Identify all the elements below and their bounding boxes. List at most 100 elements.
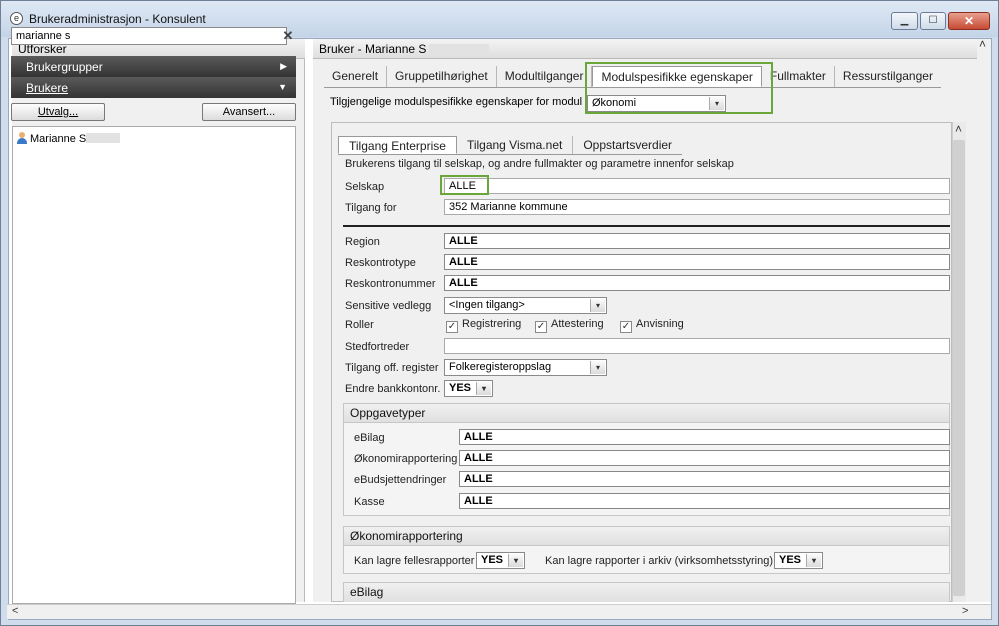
tab-modulspesifikke-egenskaper[interactable]: Modulspesifikke egenskaper bbox=[592, 66, 762, 87]
sub-tabs: Tilgang Enterprise Tilgang Visma.net Opp… bbox=[338, 136, 683, 155]
oppgave-label: eBilag bbox=[354, 432, 385, 444]
window-title: Brukeradministrasjon - Konsulent bbox=[29, 12, 206, 26]
scrollbar-thumb[interactable] bbox=[953, 140, 965, 596]
okonomirapportering-field[interactable]: ALLE bbox=[459, 450, 950, 466]
user-title: Bruker - Marianne S bbox=[319, 42, 427, 56]
fellesrapporter-select[interactable]: YES ▾ bbox=[476, 552, 525, 569]
chevron-down-icon: ▾ bbox=[806, 554, 821, 567]
select-value: YES bbox=[779, 554, 802, 566]
attestering-checkbox[interactable]: ✓ Attestering bbox=[535, 318, 604, 333]
anvisning-checkbox[interactable]: ✓ Anvisning bbox=[620, 318, 684, 333]
nav-brukere[interactable]: Brukere ▼ bbox=[11, 77, 296, 98]
tilgang-off-register-select[interactable]: Folkeregisteroppslag ▾ bbox=[444, 359, 607, 376]
redacted-text bbox=[429, 44, 490, 54]
select-value: <Ingen tilgang> bbox=[449, 299, 525, 311]
list-item[interactable]: Marianne S bbox=[17, 132, 121, 145]
redacted-text bbox=[86, 133, 121, 143]
sensitive-vedlegg-select[interactable]: <Ingen tilgang> ▾ bbox=[444, 297, 607, 314]
group-title: eBilag bbox=[344, 583, 949, 602]
clear-search-icon[interactable]: ✕ bbox=[279, 27, 297, 45]
tab-oppstartsverdier[interactable]: Oppstartsverdier bbox=[573, 136, 683, 154]
reskontronummer-field[interactable]: ALLE bbox=[444, 275, 950, 291]
scroll-left-icon[interactable]: < bbox=[12, 605, 18, 617]
checkbox-label: Anvisning bbox=[636, 318, 684, 330]
chevron-down-icon: ▾ bbox=[476, 382, 491, 395]
roller-label: Roller bbox=[345, 319, 374, 331]
arkiv-select[interactable]: YES ▾ bbox=[774, 552, 823, 569]
tilgang-for-field[interactable]: 352 Marianne kommune bbox=[444, 199, 950, 215]
stedfortreder-field[interactable] bbox=[444, 338, 950, 354]
region-label: Region bbox=[345, 236, 380, 248]
ebilag-group: eBilag bbox=[343, 582, 950, 602]
reskontrotype-label: Reskontrotype bbox=[345, 257, 416, 269]
nav-brukergrupper[interactable]: Brukergrupper ▶ bbox=[11, 56, 296, 77]
module-select-value: Økonomi bbox=[592, 97, 637, 109]
select-value: YES bbox=[481, 554, 504, 566]
chevron-down-icon: ▼ bbox=[278, 82, 287, 92]
avansert-button[interactable]: Avansert... bbox=[202, 103, 296, 121]
horizontal-scrollbar[interactable]: < > bbox=[7, 604, 991, 619]
fellesrapporter-label: Kan lagre fellesrapporter bbox=[354, 555, 475, 567]
reskontronummer-label: Reskontronummer bbox=[345, 278, 436, 290]
scroll-up-icon[interactable]: ˄ bbox=[955, 122, 962, 136]
user-list[interactable]: Marianne S bbox=[12, 126, 296, 604]
search-input[interactable] bbox=[11, 27, 287, 45]
kasse-field[interactable]: ALLE bbox=[459, 493, 950, 509]
close-button[interactable]: ✕ bbox=[948, 12, 990, 30]
tilgang-off-register-label: Tilgang off. register bbox=[345, 362, 439, 374]
oppgave-label: Økonomirapportering bbox=[354, 453, 458, 465]
description-text: Brukerens tilgang til selskap, og andre … bbox=[345, 158, 734, 170]
close-icon: ✕ bbox=[963, 14, 975, 28]
chevron-down-icon: ▾ bbox=[508, 554, 523, 567]
checkbox-label: Attestering bbox=[551, 318, 604, 330]
selskap-label: Selskap bbox=[345, 181, 385, 193]
checkmark-icon: ✓ bbox=[620, 321, 632, 333]
tab-generelt[interactable]: Generelt bbox=[324, 66, 388, 87]
group-title: Oppgavetyper bbox=[344, 404, 949, 423]
ebilag-field[interactable]: ALLE bbox=[459, 429, 950, 445]
checkbox-label: Registrering bbox=[462, 318, 522, 330]
chevron-down-icon: ▾ bbox=[590, 299, 605, 312]
sensitive-vedlegg-label: Sensitive vedlegg bbox=[345, 300, 432, 312]
minimize-icon: ▁ bbox=[900, 15, 909, 26]
user-icon bbox=[17, 132, 27, 144]
button-label: Utvalg... bbox=[37, 106, 79, 118]
checkmark-icon: ✓ bbox=[535, 321, 547, 333]
maximize-icon: ☐ bbox=[928, 15, 938, 26]
tab-fullmakter[interactable]: Fullmakter bbox=[761, 66, 835, 87]
tab-modultilganger[interactable]: Modultilganger bbox=[496, 66, 593, 87]
maximize-button[interactable]: ☐ bbox=[920, 12, 946, 30]
nav-label: Brukere bbox=[26, 81, 69, 95]
tab-gruppetilhorighet[interactable]: Gruppetilhørighet bbox=[387, 66, 497, 87]
select-value: Folkeregisteroppslag bbox=[449, 361, 552, 373]
button-label: Avansert... bbox=[222, 106, 276, 118]
ebudsjettendringer-field[interactable]: ALLE bbox=[459, 471, 950, 487]
tab-ressurstilganger[interactable]: Ressurstilganger bbox=[834, 66, 941, 87]
region-field[interactable]: ALLE bbox=[444, 233, 950, 249]
tilgang-for-label: Tilgang for bbox=[345, 202, 397, 214]
app-icon: e bbox=[10, 12, 23, 25]
tab-tilgang-visma-net[interactable]: Tilgang Visma.net bbox=[456, 136, 574, 154]
divider bbox=[343, 225, 950, 227]
endre-bankkontonr-select[interactable]: YES ▾ bbox=[444, 380, 493, 397]
select-value: YES bbox=[449, 382, 472, 394]
scroll-right-icon[interactable]: > bbox=[962, 605, 968, 617]
reskontrotype-field[interactable]: ALLE bbox=[444, 254, 950, 270]
module-label: Tilgjengelige modulspesifikke egenskaper… bbox=[330, 96, 583, 108]
nav-label: Brukergrupper bbox=[26, 60, 103, 74]
arkiv-label: Kan lagre rapporter i arkiv (virksomhets… bbox=[545, 555, 774, 567]
vertical-scrollbar[interactable]: ˄ bbox=[977, 37, 991, 602]
module-select[interactable]: Økonomi ▾ bbox=[587, 95, 726, 112]
scroll-up-icon[interactable]: ˄ bbox=[979, 37, 986, 51]
oppgave-label: Kasse bbox=[354, 496, 385, 508]
endre-bankkontonr-label: Endre bankkontonr. bbox=[345, 383, 441, 395]
registrering-checkbox[interactable]: ✓ Registrering bbox=[446, 318, 521, 333]
utvalg-button[interactable]: Utvalg... bbox=[11, 103, 105, 121]
selskap-field[interactable]: ALLE bbox=[444, 178, 950, 194]
detail-header: Bruker - Marianne S bbox=[313, 39, 977, 59]
tab-tilgang-enterprise[interactable]: Tilgang Enterprise bbox=[338, 136, 457, 154]
checkmark-icon: ✓ bbox=[446, 321, 458, 333]
minimize-button[interactable]: ▁ bbox=[891, 12, 918, 30]
chevron-right-icon: ▶ bbox=[280, 61, 287, 71]
chevron-down-icon: ▾ bbox=[590, 361, 605, 374]
